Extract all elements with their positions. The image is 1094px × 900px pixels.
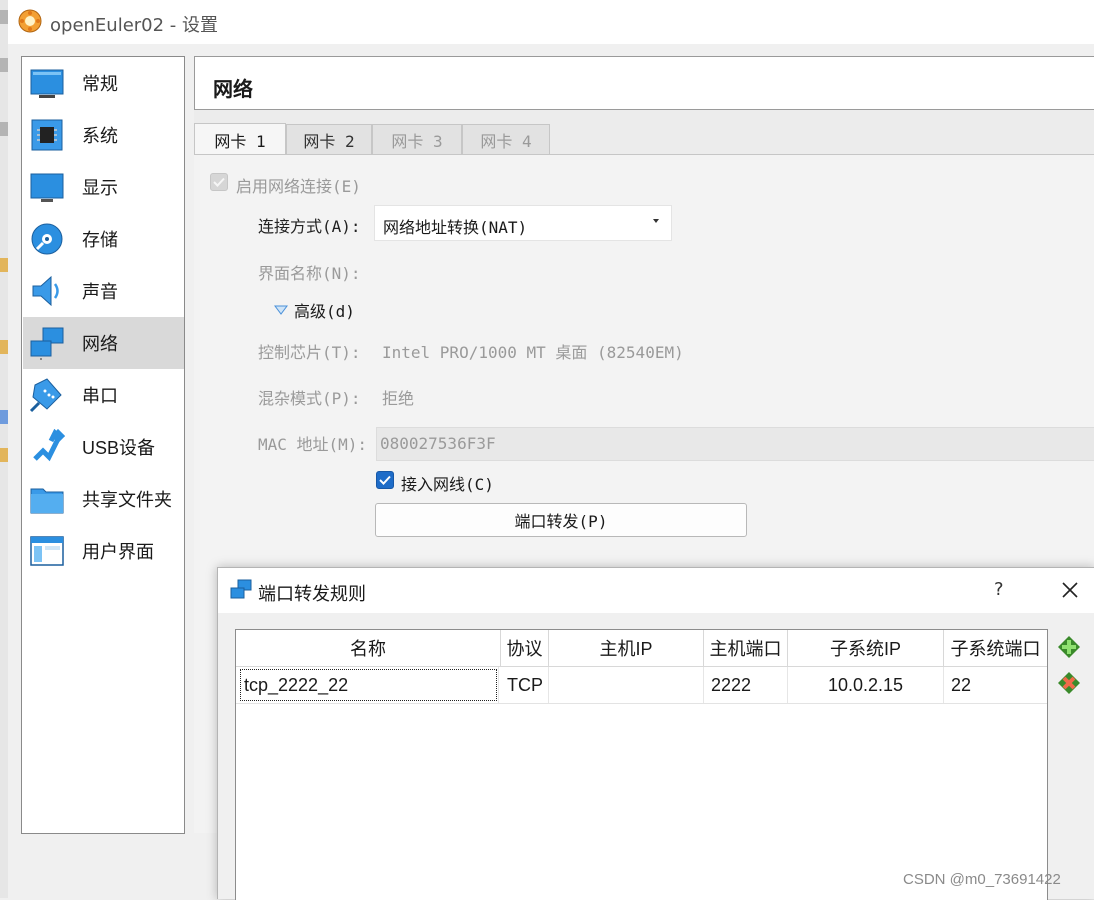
sidebar-item-label: 用户界面 [82, 542, 154, 562]
sidebar-item-label: 存储 [82, 230, 118, 250]
cell-guest-port[interactable]: 22 [944, 667, 1047, 703]
advanced-toggle[interactable]: 高级(d) [274, 298, 355, 322]
adapter-tabs: 网卡 1 网卡 2 网卡 3 网卡 4 [194, 123, 1094, 155]
sidebar-item-usb[interactable]: USB设备 [23, 421, 184, 473]
sidebar-item-display[interactable]: 显示 [23, 161, 184, 213]
dropdown-arrow-icon [653, 219, 659, 223]
watermark: CSDN @m0_73691422 [903, 871, 1061, 888]
column-header-guest-ip[interactable]: 子系统IP [788, 630, 944, 666]
folder-icon [29, 481, 65, 517]
window-title: openEuler02 - 设置 [50, 15, 219, 36]
check-icon [379, 475, 391, 485]
tab-adapter-4[interactable]: 网卡 4 [462, 124, 550, 154]
cell-guest-ip[interactable]: 10.0.2.15 [788, 667, 944, 703]
sidebar-item-system[interactable]: 系统 [23, 109, 184, 161]
dialog-title: 端口转发规则 [258, 584, 366, 604]
sidebar-item-label: 网络 [82, 334, 118, 354]
sidebar-item-general[interactable]: 常规 [23, 57, 184, 109]
enable-adapter-label: 启用网络连接(E) [236, 177, 361, 196]
sidebar-item-label: 串口 [82, 386, 118, 406]
sidebar-item-user-interface[interactable]: 用户界面 [23, 525, 184, 577]
port-forwarding-button[interactable]: 端口转发(P) [375, 503, 747, 537]
column-header-protocol[interactable]: 协议 [501, 630, 549, 666]
page-title: 网络 [213, 77, 253, 101]
adapter-type-label: 控制芯片(T): [258, 343, 361, 362]
advanced-label: 高级(d) [294, 302, 355, 321]
tab-adapter-1[interactable]: 网卡 1 [194, 123, 286, 155]
sidebar-item-serial[interactable]: 串口 [23, 369, 184, 421]
attached-to-select[interactable]: 网络地址转换(NAT) [374, 205, 672, 241]
sidebar-item-label: USB设备 [82, 438, 156, 458]
chip-icon [29, 117, 65, 153]
cell-host-port[interactable]: 2222 [704, 667, 788, 703]
remove-rule-icon[interactable] [1056, 670, 1082, 696]
serial-port-icon [29, 377, 65, 413]
network-icon [29, 325, 65, 361]
column-header-name[interactable]: 名称 [236, 630, 501, 666]
dialog-title-bar: 端口转发规则 ? [218, 568, 1094, 613]
mac-address-value: 080027536F3F [380, 434, 496, 453]
expand-triangle-icon [274, 305, 288, 315]
adapter-type-value[interactable]: Intel PRO/1000 MT 桌面 (82540EM) [382, 339, 684, 363]
sidebar-item-label: 共享文件夹 [82, 490, 172, 510]
column-header-host-port[interactable]: 主机端口 [704, 630, 788, 666]
rules-table: 名称 协议 主机IP 主机端口 子系统IP 子系统端口 tcp_2222_22 … [235, 629, 1048, 900]
speaker-icon [29, 273, 65, 309]
attached-to-label: 连接方式(A): [258, 217, 361, 236]
sidebar-item-label: 常规 [82, 74, 118, 94]
check-icon [213, 177, 225, 187]
sidebar-item-label: 显示 [82, 178, 118, 198]
cable-connected-checkbox[interactable] [376, 471, 394, 489]
settings-sidebar: 常规 系统 显示 存储 声音 网络 串口 USB设备 共享文件夹 用户界面 [21, 56, 185, 834]
window-icon [29, 533, 65, 569]
monitor-icon [29, 169, 65, 205]
mac-address-field[interactable]: 080027536F3F [376, 427, 1094, 461]
mac-address-label: MAC 地址(M): [258, 435, 368, 454]
sidebar-item-label: 系统 [82, 126, 118, 146]
cell-name[interactable]: tcp_2222_22 [238, 667, 499, 703]
close-icon[interactable] [1058, 578, 1082, 602]
sidebar-item-shared-folders[interactable]: 共享文件夹 [23, 473, 184, 525]
general-icon [29, 65, 65, 101]
attached-to-value: 网络地址转换(NAT) [383, 218, 528, 237]
promiscuous-mode-value[interactable]: 拒绝 [382, 385, 414, 409]
disk-icon [29, 221, 65, 257]
network-icon [230, 579, 252, 599]
enable-adapter-checkbox[interactable] [210, 173, 228, 191]
row-divider [236, 703, 1047, 704]
column-header-guest-port[interactable]: 子系统端口 [944, 630, 1047, 666]
column-header-host-ip[interactable]: 主机IP [549, 630, 704, 666]
sidebar-item-label: 声音 [82, 282, 118, 302]
tab-adapter-2[interactable]: 网卡 2 [286, 124, 372, 154]
cell-host-ip[interactable] [549, 667, 704, 703]
app-icon [18, 9, 42, 33]
sidebar-item-storage[interactable]: 存储 [23, 213, 184, 265]
cable-connected-label: 接入网线(C) [401, 475, 494, 494]
usb-icon [29, 429, 65, 465]
page-header: 网络 [194, 56, 1094, 110]
help-button[interactable]: ? [994, 579, 1004, 600]
add-rule-icon[interactable] [1056, 634, 1082, 660]
interface-name-label: 界面名称(N): [258, 264, 361, 283]
promiscuous-mode-label: 混杂模式(P): [258, 389, 361, 408]
tab-adapter-3[interactable]: 网卡 3 [372, 124, 462, 154]
sidebar-item-network[interactable]: 网络 [23, 317, 184, 369]
title-bar: openEuler02 - 设置 [8, 0, 1094, 44]
port-forwarding-dialog: 端口转发规则 ? 名称 协议 主机IP 主机端口 子系统IP 子系统端口 tcp… [217, 567, 1094, 900]
sidebar-item-audio[interactable]: 声音 [23, 265, 184, 317]
cell-protocol[interactable]: TCP [501, 667, 549, 703]
port-forwarding-button-label: 端口转发(P) [514, 512, 608, 531]
